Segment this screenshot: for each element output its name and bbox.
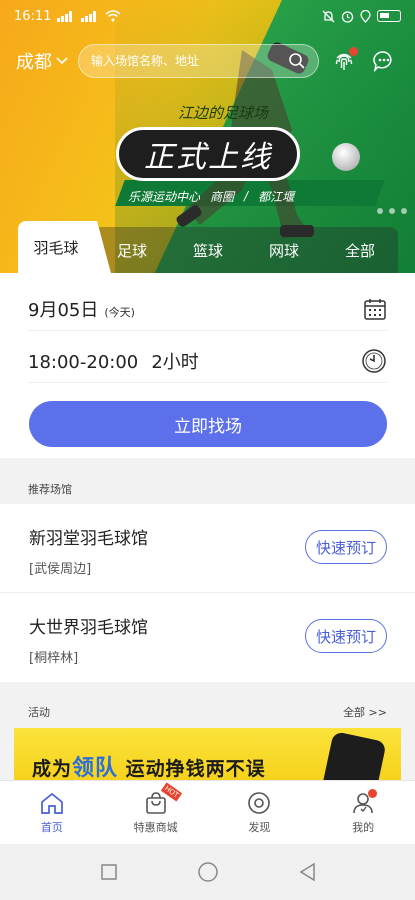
- system-nav-bar: [0, 844, 415, 900]
- date-value: 9月05日: [28, 299, 99, 321]
- banner-area-1: 商圈: [210, 189, 235, 204]
- nav-home[interactable]: 首页: [0, 781, 104, 844]
- tab-label: 羽毛球: [33, 238, 79, 257]
- nav-label: 首页: [40, 820, 63, 834]
- home-icon: [41, 792, 63, 814]
- venue-name: 新羽堂羽毛球馆: [29, 529, 148, 549]
- nav-discover[interactable]: 发现: [208, 781, 312, 844]
- time-selector[interactable]: 18:00-20:00 2小时: [28, 339, 387, 383]
- banner-tagline: 江边的足球场: [177, 103, 268, 122]
- home-button-icon[interactable]: [197, 861, 219, 883]
- nav-label: 特惠商城: [133, 820, 178, 834]
- alarm-icon: [341, 10, 354, 23]
- calendar-icon[interactable]: [363, 297, 387, 321]
- promo-suffix: 运动挣钱两不误: [118, 758, 266, 780]
- clock-icon[interactable]: [361, 348, 387, 374]
- signal-icon: [57, 10, 75, 22]
- discover-icon: [248, 791, 271, 814]
- back-icon[interactable]: [298, 862, 316, 882]
- promo-prefix: 成为: [32, 758, 73, 780]
- city-selector[interactable]: 成都: [16, 48, 68, 74]
- status-time: 16:11: [14, 8, 52, 24]
- notification-dot: [349, 47, 358, 56]
- nav-label: 发现: [248, 820, 271, 834]
- tab-label: 全部: [344, 241, 375, 260]
- search-input[interactable]: [91, 54, 271, 68]
- tab-label: 足球: [116, 241, 147, 260]
- carousel-indicator: [377, 208, 407, 214]
- city-label: 成都: [16, 52, 52, 73]
- status-bar: 16:11: [0, 0, 415, 32]
- nav-label: 我的: [352, 820, 375, 834]
- bottom-nav: 首页 HOT 特惠商城 发现 我的: [0, 780, 415, 844]
- recent-apps-icon[interactable]: [100, 863, 118, 881]
- promo-highlight: 领队: [72, 756, 119, 780]
- tab-tennis[interactable]: 网球: [246, 227, 322, 273]
- soccer-ball: [332, 143, 360, 171]
- battery-icon: [377, 10, 401, 22]
- tab-basketball[interactable]: 篮球: [170, 227, 246, 273]
- tab-all[interactable]: 全部: [322, 227, 398, 273]
- wifi-icon: [105, 10, 121, 22]
- time-range: 18:00-20:00: [28, 351, 139, 373]
- tab-badminton[interactable]: 羽毛球: [18, 221, 94, 273]
- banner-venue: 乐源运动中心: [128, 189, 201, 204]
- fingerprint-button[interactable]: [329, 46, 359, 76]
- venue-name: 大世界羽毛球馆: [29, 618, 148, 638]
- activity-promo-banner[interactable]: 成为领队 运动挣钱两不误: [14, 728, 401, 780]
- date-selector[interactable]: 9月05日 (今天): [28, 287, 387, 331]
- banner-area-2: 都江堰: [258, 189, 295, 204]
- message-button[interactable]: [369, 46, 399, 76]
- nav-profile[interactable]: 我的: [311, 781, 415, 844]
- promo-text: 成为领队 运动挣钱两不误: [32, 750, 266, 780]
- recommended-list: 新羽堂羽毛球馆 [武侯周边] 快速预订 大世界羽毛球馆 [桐梓林] 快速预订: [0, 504, 415, 682]
- venue-area: [桐梓林]: [29, 651, 79, 666]
- tab-label: 网球: [268, 241, 299, 260]
- banner-separator: /: [244, 189, 249, 203]
- top-bar: 成都: [0, 40, 415, 82]
- shopping-bag-icon: [145, 791, 166, 814]
- duration: 2小时: [151, 351, 199, 373]
- activities-all-link[interactable]: 全部 >>: [343, 704, 387, 720]
- venue-area: [武侯周边]: [29, 562, 92, 577]
- quick-book-button[interactable]: 快速预订: [305, 530, 387, 564]
- banner-subline: 乐源运动中心 商圈 / 都江堰: [128, 186, 368, 206]
- tab-label: 篮球: [192, 241, 223, 260]
- venue-card[interactable]: 大世界羽毛球馆 [桐梓林] 快速预订: [0, 592, 415, 680]
- search-icon[interactable]: [288, 52, 306, 70]
- recommended-title: 推荐场馆: [28, 483, 72, 496]
- banner-headline: 正式上线: [116, 127, 300, 181]
- date-note: (今天): [104, 305, 135, 319]
- mute-icon: [322, 10, 335, 22]
- signal-icon: [81, 10, 99, 22]
- fist-illustration: [321, 731, 387, 780]
- booking-panel: 9月05日 (今天) 18:00-20:00 2小时 立即找场: [0, 273, 415, 458]
- notification-dot: [368, 789, 377, 798]
- chat-icon: [373, 51, 392, 73]
- venue-card[interactable]: 新羽堂羽毛球馆 [武侯周边] 快速预订: [0, 504, 415, 592]
- chevron-down-icon: [56, 57, 68, 65]
- activities-title: 活动: [28, 706, 50, 719]
- sport-tabs: 羽毛球 足球 篮球 网球 全部: [18, 221, 398, 273]
- quick-book-button[interactable]: 快速预订: [305, 619, 387, 653]
- location-icon: [360, 9, 371, 23]
- search-bar[interactable]: [78, 44, 319, 78]
- nav-mall[interactable]: HOT 特惠商城: [104, 781, 208, 844]
- find-venue-button[interactable]: 立即找场: [29, 401, 387, 447]
